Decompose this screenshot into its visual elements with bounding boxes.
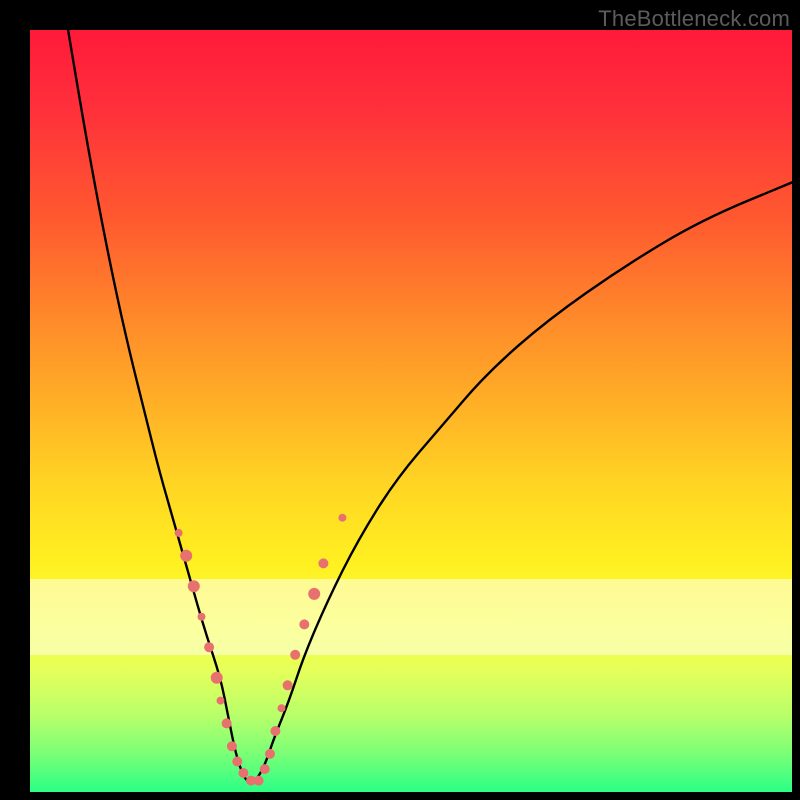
data-marker — [270, 726, 280, 736]
data-marker — [265, 749, 275, 759]
data-marker — [232, 757, 242, 767]
data-marker — [180, 550, 192, 562]
watermark-text: TheBottleneck.com — [598, 6, 790, 32]
data-marker — [188, 580, 200, 592]
data-marker — [318, 558, 328, 568]
data-markers — [175, 514, 347, 786]
chart-frame: TheBottleneck.com — [0, 0, 800, 800]
plot-area — [30, 30, 792, 792]
data-marker — [175, 529, 183, 537]
data-marker — [260, 764, 270, 774]
data-marker — [227, 741, 237, 751]
data-marker — [238, 768, 248, 778]
data-marker — [283, 680, 293, 690]
bottleneck-curve — [68, 30, 792, 783]
data-marker — [278, 704, 286, 712]
data-marker — [198, 613, 206, 621]
data-marker — [254, 776, 264, 786]
data-marker — [290, 650, 300, 660]
data-marker — [222, 718, 232, 728]
curve-layer — [30, 30, 792, 792]
data-marker — [338, 514, 346, 522]
data-marker — [204, 642, 214, 652]
data-marker — [211, 672, 223, 684]
data-marker — [299, 619, 309, 629]
data-marker — [217, 697, 225, 705]
data-marker — [308, 588, 320, 600]
